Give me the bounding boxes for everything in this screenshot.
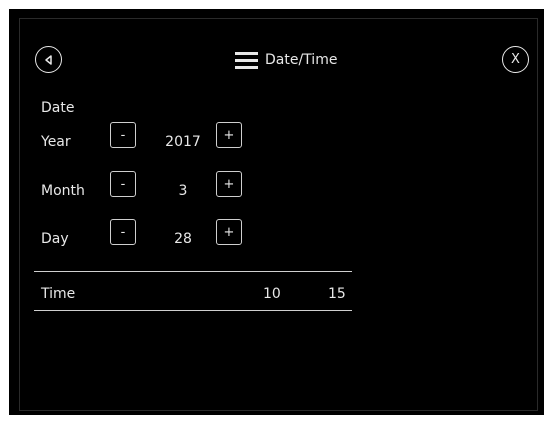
minus-icon: - bbox=[120, 127, 126, 143]
day-increment-button[interactable]: + bbox=[216, 219, 242, 245]
month-value: 3 bbox=[178, 183, 188, 199]
year-value: 2017 bbox=[165, 134, 201, 150]
year-increment-button[interactable]: + bbox=[216, 122, 242, 148]
day-value: 28 bbox=[174, 231, 192, 247]
month-increment-button[interactable]: + bbox=[216, 171, 242, 197]
day-decrement-button[interactable]: - bbox=[110, 219, 136, 245]
plus-icon: + bbox=[223, 224, 235, 240]
month-decrement-button[interactable]: - bbox=[110, 171, 136, 197]
back-button[interactable] bbox=[35, 46, 62, 73]
time-minute-value: 15 bbox=[328, 286, 346, 302]
date-section-label: Date bbox=[41, 100, 75, 116]
time-hour-value: 10 bbox=[263, 286, 281, 302]
page-title: Date/Time bbox=[265, 52, 338, 68]
back-triangle-icon bbox=[44, 54, 52, 65]
time-row[interactable]: Time 10 15 bbox=[34, 272, 352, 310]
plus-icon: + bbox=[223, 127, 235, 143]
hamburger-menu-icon[interactable] bbox=[235, 52, 258, 69]
time-bottom-divider bbox=[34, 310, 352, 311]
year-decrement-button[interactable]: - bbox=[110, 122, 136, 148]
year-label: Year bbox=[41, 134, 71, 150]
day-label: Day bbox=[41, 231, 69, 247]
close-button[interactable]: X bbox=[502, 46, 529, 73]
month-label: Month bbox=[41, 183, 85, 199]
plus-icon: + bbox=[223, 176, 235, 192]
datetime-panel bbox=[19, 18, 538, 411]
close-icon: X bbox=[511, 52, 520, 67]
minus-icon: - bbox=[120, 176, 126, 192]
time-label: Time bbox=[41, 286, 76, 302]
minus-icon: - bbox=[120, 224, 126, 240]
